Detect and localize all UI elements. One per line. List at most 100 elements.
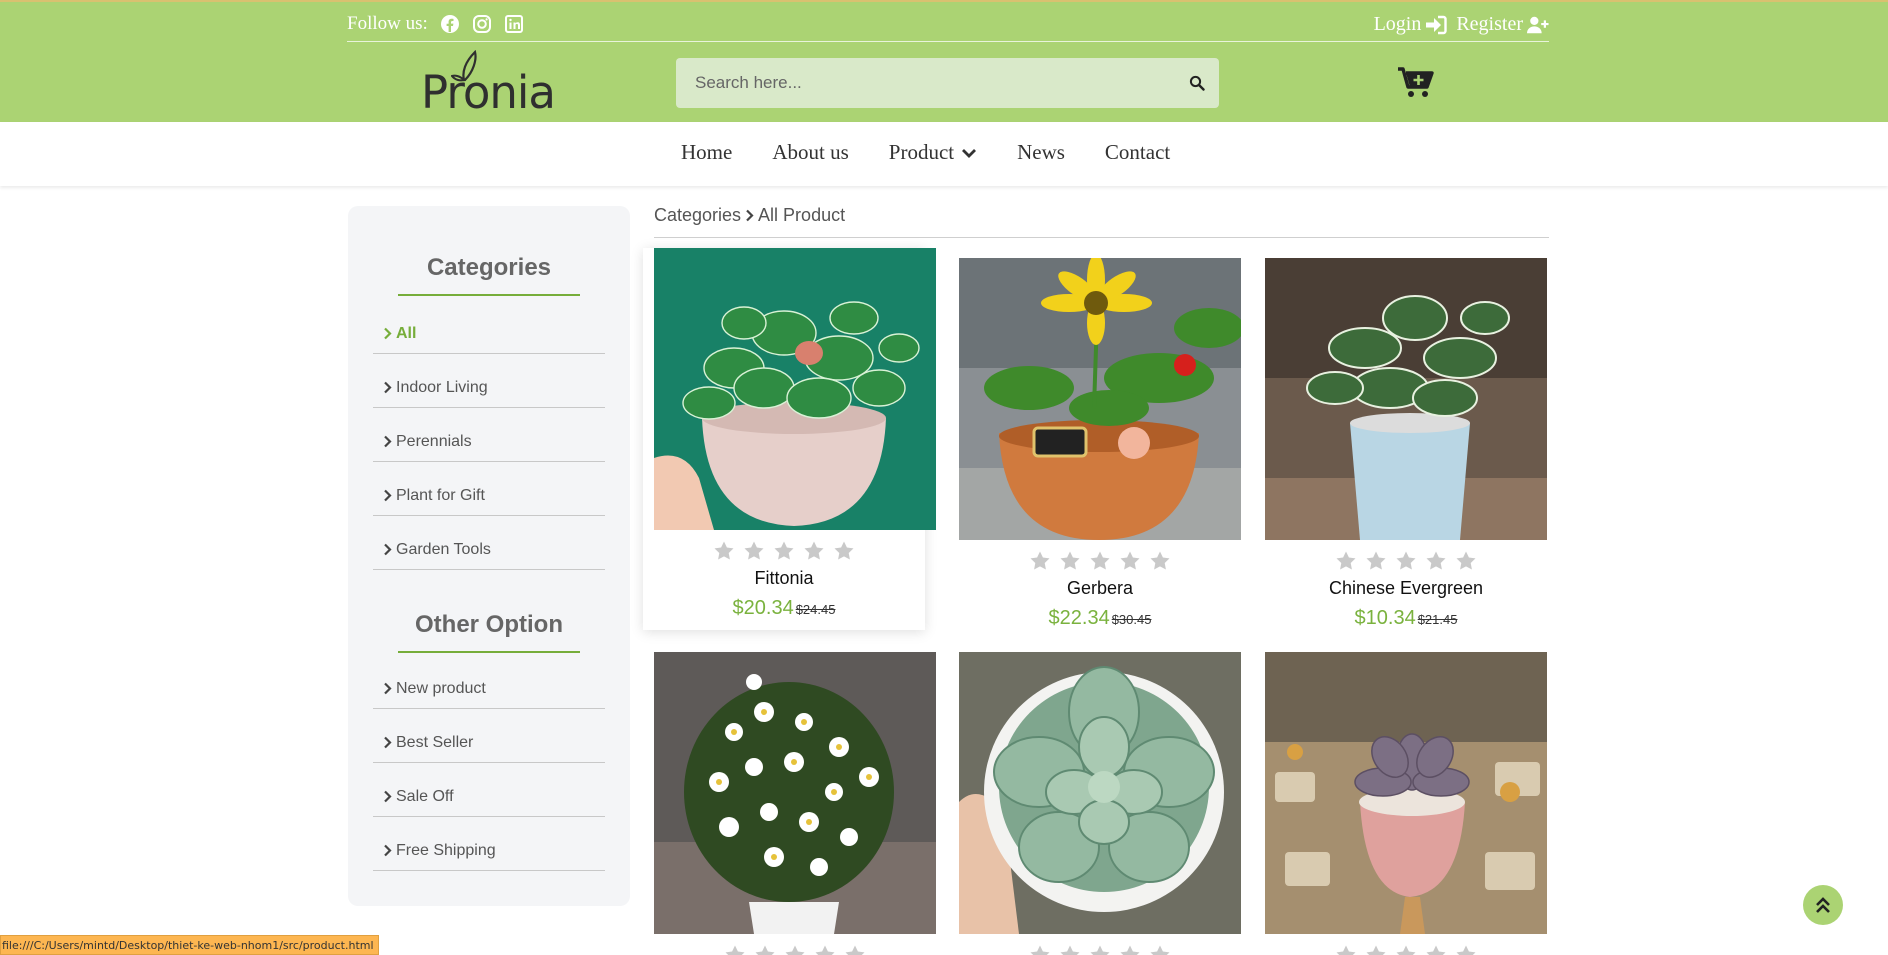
- star-icon[interactable]: [724, 944, 746, 955]
- nav-home[interactable]: Home: [681, 140, 732, 165]
- chevron-right-icon: [384, 736, 392, 749]
- chevron-right-icon: [384, 543, 392, 556]
- star-icon[interactable]: [1365, 944, 1387, 955]
- cart-plus-icon[interactable]: [1398, 66, 1434, 99]
- current-price: $22.34: [1048, 607, 1110, 629]
- login-link[interactable]: Login: [1374, 13, 1422, 36]
- back-to-top-button[interactable]: [1803, 885, 1843, 925]
- breadcrumb-root[interactable]: Categories: [654, 205, 741, 226]
- daisy-photo: [654, 652, 936, 934]
- star-icon[interactable]: [773, 540, 795, 562]
- search-input[interactable]: [676, 58, 1166, 108]
- option-item-new-product[interactable]: New product: [373, 655, 605, 709]
- product-price: $20.34 $24.45: [643, 597, 925, 620]
- chevron-right-icon: [746, 209, 754, 222]
- category-item-plant-for-gift[interactable]: Plant for Gift: [373, 462, 605, 516]
- star-icon[interactable]: [1335, 550, 1357, 572]
- star-icon[interactable]: [814, 944, 836, 955]
- nav-about-us[interactable]: About us: [772, 140, 848, 165]
- star-icon[interactable]: [754, 944, 776, 955]
- star-icon[interactable]: [1149, 944, 1171, 955]
- product-card[interactable]: Chinese Evergreen $10.34 $21.45: [1265, 258, 1547, 630]
- search-icon[interactable]: [1189, 75, 1205, 91]
- option-item-free-shipping[interactable]: Free Shipping: [373, 817, 605, 871]
- product-image[interactable]: [1265, 652, 1547, 934]
- product-image[interactable]: [959, 258, 1241, 540]
- star-icon[interactable]: [1119, 944, 1141, 955]
- facebook-icon[interactable]: [440, 14, 460, 34]
- star-icon[interactable]: [1455, 944, 1477, 955]
- nav-product-label: Product: [888, 140, 955, 164]
- product-price: $10.34 $21.45: [1265, 607, 1547, 630]
- rating-stars[interactable]: [959, 944, 1241, 955]
- option-item-best-seller[interactable]: Best Seller: [373, 709, 605, 763]
- product-card[interactable]: [959, 652, 1241, 955]
- star-icon[interactable]: [1425, 944, 1447, 955]
- linkedin-icon[interactable]: [504, 14, 524, 34]
- nav-home-label: Home: [681, 140, 733, 164]
- product-card[interactable]: [1265, 652, 1547, 955]
- star-icon[interactable]: [833, 540, 855, 562]
- star-icon[interactable]: [1365, 550, 1387, 572]
- rating-stars[interactable]: [959, 550, 1241, 572]
- old-price: $21.45: [1417, 612, 1458, 627]
- star-icon[interactable]: [713, 540, 735, 562]
- option-item-sale-off[interactable]: Sale Off: [373, 763, 605, 817]
- option-label: Best Seller: [396, 733, 474, 751]
- nav-contact[interactable]: Contact: [1105, 140, 1170, 165]
- star-icon[interactable]: [1395, 944, 1417, 955]
- star-icon[interactable]: [1029, 944, 1051, 955]
- chevron-right-icon: [384, 381, 392, 394]
- category-item-all[interactable]: All: [373, 300, 605, 354]
- star-icon[interactable]: [1395, 550, 1417, 572]
- product-card[interactable]: Gerbera $22.34 $30.45: [959, 258, 1241, 630]
- search-bar: [676, 58, 1219, 108]
- rating-stars[interactable]: [1265, 550, 1547, 572]
- product-name[interactable]: Fittonia: [643, 568, 925, 589]
- product-card[interactable]: [654, 652, 936, 955]
- register-link[interactable]: Register: [1456, 13, 1523, 36]
- category-label: Indoor Living: [396, 378, 488, 396]
- star-icon[interactable]: [1029, 550, 1051, 572]
- sign-in-icon[interactable]: [1425, 15, 1448, 35]
- star-icon[interactable]: [1089, 550, 1111, 572]
- star-icon[interactable]: [844, 944, 866, 955]
- chevron-right-icon: [384, 790, 392, 803]
- user-plus-icon[interactable]: [1527, 15, 1549, 35]
- nav-contact-label: Contact: [1104, 140, 1171, 164]
- product-image[interactable]: [1265, 258, 1547, 540]
- star-icon[interactable]: [1059, 944, 1081, 955]
- product-image[interactable]: [654, 248, 936, 530]
- product-card[interactable]: Fittonia $20.34 $24.45: [643, 248, 936, 630]
- option-label: New product: [396, 679, 486, 697]
- star-icon[interactable]: [1059, 550, 1081, 572]
- instagram-icon[interactable]: [472, 14, 492, 34]
- product-name[interactable]: Chinese Evergreen: [1265, 578, 1547, 599]
- rating-stars[interactable]: [1265, 944, 1547, 955]
- star-icon[interactable]: [1119, 550, 1141, 572]
- option-label: Sale Off: [396, 787, 454, 805]
- star-icon[interactable]: [1149, 550, 1171, 572]
- star-icon[interactable]: [1455, 550, 1477, 572]
- category-label: All: [396, 324, 417, 342]
- star-icon[interactable]: [1335, 944, 1357, 955]
- category-item-garden-tools[interactable]: Garden Tools: [373, 516, 605, 570]
- star-icon[interactable]: [743, 540, 765, 562]
- nav-news[interactable]: News: [1017, 140, 1065, 165]
- category-item-perennials[interactable]: Perennials: [373, 408, 605, 462]
- category-item-indoor-living[interactable]: Indoor Living: [373, 354, 605, 408]
- browser-status-url: file:///C:/Users/mintd/Desktop/thiet-ke-…: [0, 935, 379, 955]
- brand-logo[interactable]: Pronia: [421, 50, 556, 119]
- star-icon[interactable]: [1425, 550, 1447, 572]
- chinese-evergreen-photo: [1265, 258, 1547, 540]
- product-image[interactable]: [654, 652, 936, 934]
- star-icon[interactable]: [1089, 944, 1111, 955]
- rating-stars[interactable]: [643, 540, 925, 562]
- product-image[interactable]: [959, 652, 1241, 934]
- product-name[interactable]: Gerbera: [959, 578, 1241, 599]
- nav-product[interactable]: Product: [889, 140, 977, 165]
- rating-stars[interactable]: [654, 944, 936, 955]
- star-icon[interactable]: [803, 540, 825, 562]
- chevron-right-icon: [384, 435, 392, 448]
- star-icon[interactable]: [784, 944, 806, 955]
